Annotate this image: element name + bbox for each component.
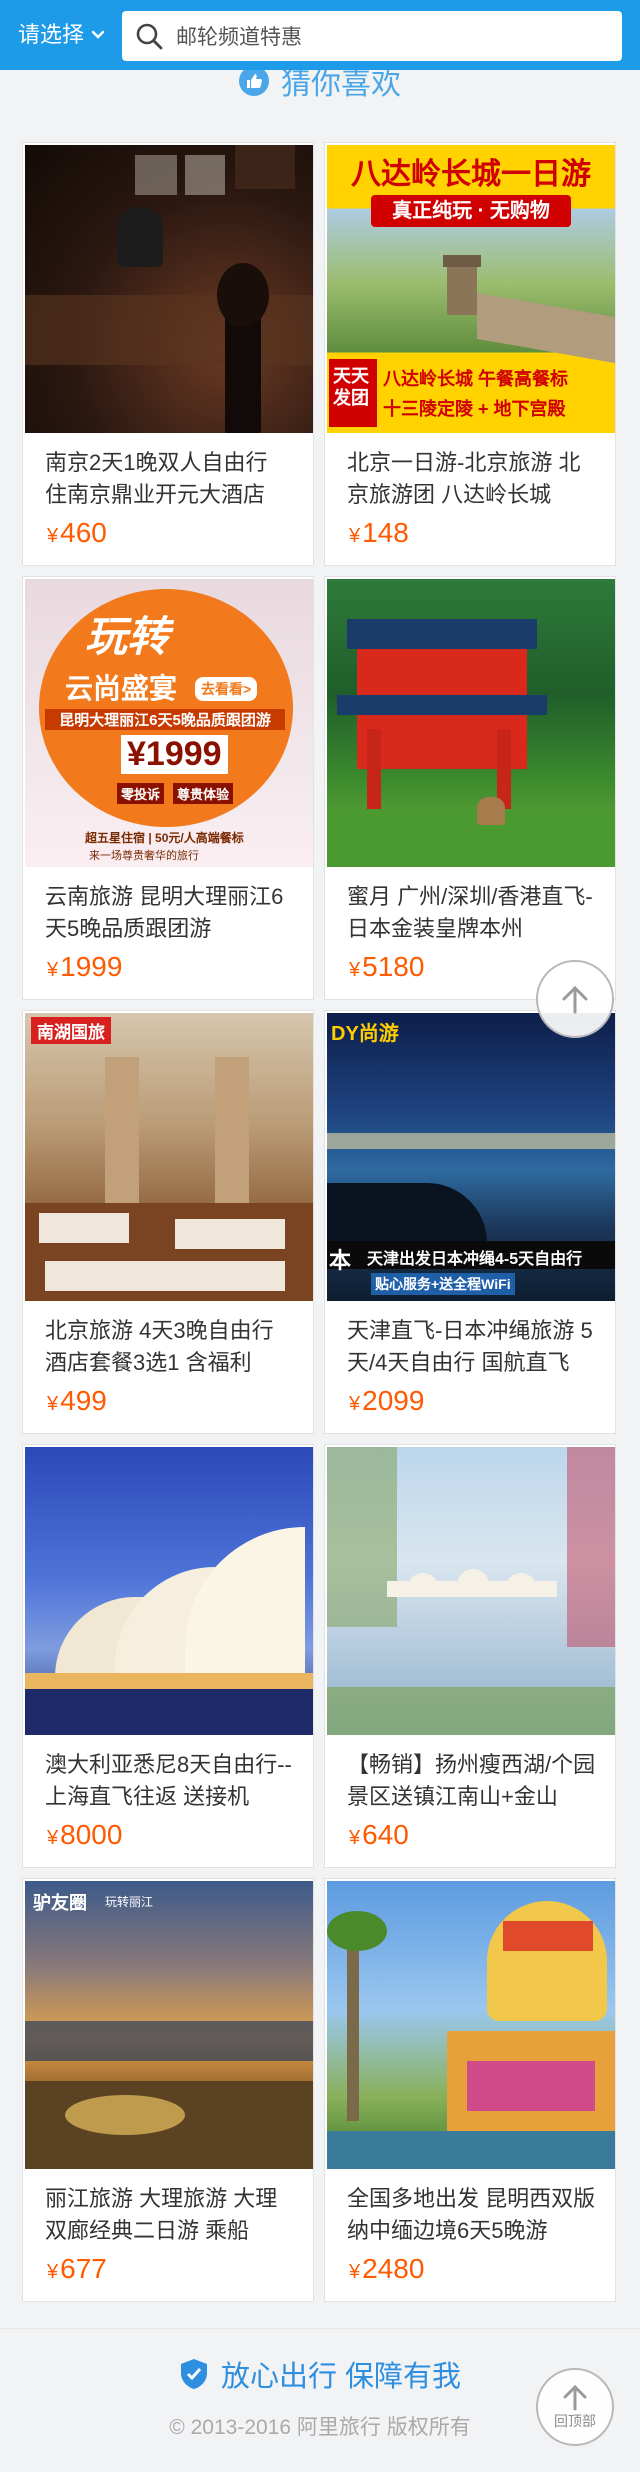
product-title: 丽江旅游 大理旅游 大理双廊经典二日游 乘船 xyxy=(45,2186,278,2243)
image-caption: 十三陵定陵 + 地下宫殿 xyxy=(383,399,566,419)
product-title: 云南旅游 昆明大理丽江6天5晚品质跟团游 xyxy=(45,884,284,941)
product-card[interactable]: 八达岭长城一日游 真正纯玩 · 无购物 天天发团 八达岭长城 午餐高餐标 十三陵… xyxy=(324,142,616,566)
product-price: ¥499 xyxy=(47,1385,107,1416)
top-bar: 请选择 邮轮频道特惠 xyxy=(0,0,640,70)
image-caption: 八达岭长城一日游 xyxy=(351,158,591,191)
image-caption: 零投诉 xyxy=(117,783,165,804)
product-title: 全国多地出发 昆明西双版纳中缅边境6天5晚游 xyxy=(347,2186,596,2243)
image-caption: 去看看> xyxy=(195,677,258,701)
product-card[interactable]: 南湖国旅 北京旅游 4天3晚自由行 酒店套餐3选1 含福利 ¥499 xyxy=(22,1010,314,1434)
shield-icon xyxy=(180,2359,207,2389)
product-price: ¥148 xyxy=(349,517,409,548)
product-card[interactable]: 玩转 云尚盛宴 去看看> 昆明大理丽江6天5晚品质跟团游 ¥1999 零投诉 尊… xyxy=(22,576,314,1000)
product-title: 北京一日游-北京旅游 北京旅游团 八达岭长城 xyxy=(347,450,581,507)
image-caption: 玩转 xyxy=(85,613,170,660)
back-to-top-button[interactable]: 回顶部 xyxy=(536,2368,614,2446)
product-image xyxy=(327,1447,615,1735)
product-image: 南湖国旅 xyxy=(25,1013,313,1301)
product-title: 天津直飞-日本冲绳旅游 5天/4天自由行 国航直飞 xyxy=(347,1318,593,1375)
product-image xyxy=(327,579,615,867)
product-card[interactable]: DY尚游 本 天津出发日本冲绳4-5天自由行 贴心服务+送全程WiFi 天津直飞… xyxy=(324,1010,616,1434)
product-title: 北京旅游 4天3晚自由行 酒店套餐3选1 含福利 xyxy=(45,1318,274,1375)
image-caption: 天天发团 xyxy=(329,359,377,427)
image-caption: 来一场尊贵奢华的旅行 xyxy=(89,850,199,862)
assurance-text: 放心出行 保障有我 xyxy=(220,2361,462,2393)
image-caption: 本 xyxy=(329,1248,352,1273)
product-card[interactable]: 【畅销】扬州瘦西湖/个园景区送镇江南山+金山 ¥640 xyxy=(324,1444,616,1868)
product-price: ¥640 xyxy=(349,1819,409,1850)
back-to-top-label: 回顶部 xyxy=(554,2413,596,2429)
product-image: DY尚游 本 天津出发日本冲绳4-5天自由行 贴心服务+送全程WiFi xyxy=(327,1013,615,1301)
product-image xyxy=(327,1881,615,2169)
image-caption: 南湖国旅 xyxy=(31,1017,111,1044)
image-caption: ¥1999 xyxy=(121,735,228,774)
product-image xyxy=(25,1447,313,1735)
search-input[interactable]: 邮轮频道特惠 xyxy=(122,11,622,61)
search-placeholder: 邮轮频道特惠 xyxy=(176,26,302,49)
arrow-up-icon xyxy=(562,985,588,1014)
region-selector[interactable]: 请选择 xyxy=(18,18,106,52)
image-caption: 尊贵体验 xyxy=(173,783,234,804)
product-title: 南京2天1晚双人自由行 住南京鼎业开元大酒店 xyxy=(45,450,268,507)
product-price: ¥460 xyxy=(47,517,107,548)
product-price: ¥5180 xyxy=(349,951,425,982)
scroll-top-shadow[interactable] xyxy=(536,960,614,1038)
product-image: 玩转 云尚盛宴 去看看> 昆明大理丽江6天5晚品质跟团游 ¥1999 零投诉 尊… xyxy=(25,579,313,867)
product-title: 蜜月 广州/深圳/香港直飞-日本金装皇牌本州 xyxy=(347,884,593,941)
product-price: ¥677 xyxy=(47,2253,107,2284)
product-card[interactable]: 南京2天1晚双人自由行 住南京鼎业开元大酒店 ¥460 xyxy=(22,142,314,566)
product-price: ¥8000 xyxy=(47,1819,123,1850)
image-caption: 天津出发日本冲绳4-5天自由行 xyxy=(367,1251,583,1268)
product-title: 【畅销】扬州瘦西湖/个园景区送镇江南山+金山 xyxy=(347,1752,596,1809)
product-image: 八达岭长城一日游 真正纯玩 · 无购物 天天发团 八达岭长城 午餐高餐标 十三陵… xyxy=(327,145,615,433)
product-title: 澳大利亚悉尼8天自由行--上海直飞往返 送接机 xyxy=(45,1752,292,1809)
thumbs-up-icon xyxy=(239,66,269,96)
image-caption: DY尚游 xyxy=(331,1023,399,1045)
arrow-up-icon xyxy=(563,2384,587,2411)
image-caption: 驴友圈 xyxy=(33,1893,87,1913)
search-icon xyxy=(136,23,163,50)
product-card[interactable]: 澳大利亚悉尼8天自由行--上海直飞往返 送接机 ¥8000 xyxy=(22,1444,314,1868)
product-price: ¥2099 xyxy=(349,1385,425,1416)
image-caption: 真正纯玩 · 无购物 xyxy=(371,195,571,227)
product-card[interactable]: 全国多地出发 昆明西双版纳中缅边境6天5晚游 ¥2480 xyxy=(324,1878,616,2302)
image-caption: 云尚盛宴 xyxy=(65,673,178,704)
image-caption: 玩转丽江 xyxy=(105,1895,154,1909)
image-caption: 超五星住宿 | 50元/人高端餐标 xyxy=(85,831,244,845)
image-caption: 八达岭长城 午餐高餐标 xyxy=(383,369,568,389)
product-card[interactable]: 驴友圈 玩转丽江 丽江旅游 大理旅游 大理双廊经典二日游 乘船 ¥677 xyxy=(22,1878,314,2302)
image-caption: 贴心服务+送全程WiFi xyxy=(371,1273,515,1295)
product-price: ¥2480 xyxy=(349,2253,425,2284)
image-caption: 昆明大理丽江6天5晚品质跟团游 xyxy=(45,709,285,730)
chevron-down-icon xyxy=(91,30,105,39)
product-price: ¥1999 xyxy=(47,951,123,982)
product-image: 驴友圈 玩转丽江 xyxy=(25,1881,313,2169)
region-label: 请选择 xyxy=(18,22,85,47)
product-image xyxy=(25,145,313,433)
product-card[interactable]: 蜜月 广州/深圳/香港直飞-日本金装皇牌本州 ¥5180 xyxy=(324,576,616,1000)
